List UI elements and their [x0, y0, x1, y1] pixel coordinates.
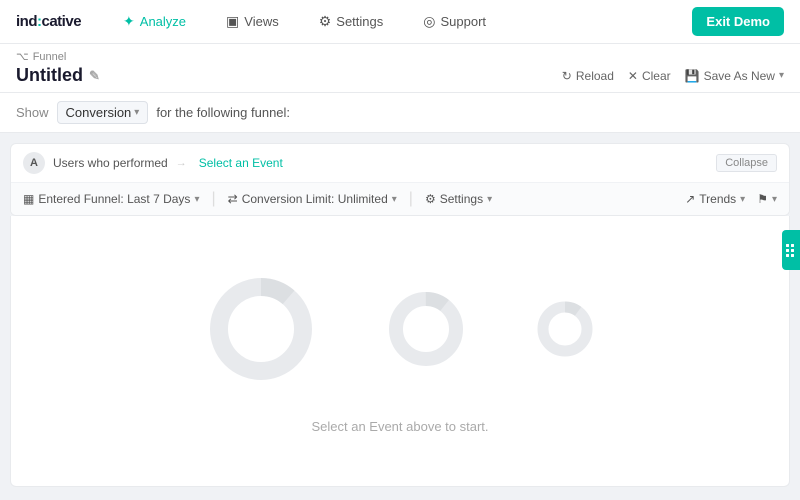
trends-button[interactable]: ↗ Trends ▾: [685, 192, 745, 206]
donut-small-svg: [531, 295, 599, 363]
page-title-text: Untitled: [16, 65, 83, 86]
save-icon: 💾: [685, 69, 700, 83]
save-as-new-button[interactable]: 💾 Save As New ▾: [685, 69, 784, 83]
flag-chevron-icon: ▾: [772, 194, 777, 205]
donuts-row: [201, 269, 599, 389]
entered-funnel-label: Entered Funnel: Last 7 Days: [38, 192, 190, 206]
analyze-icon: ✦: [123, 13, 135, 30]
nav-support[interactable]: ◎ Support: [417, 9, 492, 34]
entered-funnel-button[interactable]: ▦ Entered Funnel: Last 7 Days ▾: [23, 192, 199, 206]
empty-state-text: Select an Event above to start.: [311, 419, 488, 434]
segment-header: A Users who performed → Select an Event …: [11, 144, 789, 183]
segment-description: Users who performed: [53, 156, 168, 170]
conversion-dropdown[interactable]: Conversion ▾: [57, 101, 149, 124]
logo-text: ind:cative: [16, 13, 81, 30]
logo: ind:cative: [16, 13, 81, 30]
settings-filter-icon: ⚙: [425, 192, 436, 206]
nav-views[interactable]: ▣ Views: [220, 9, 285, 34]
select-event-link[interactable]: Select an Event: [199, 156, 283, 170]
reload-button[interactable]: ↻ Reload: [562, 69, 614, 83]
nav-analyze-label: Analyze: [140, 14, 186, 29]
flag-button[interactable]: ⚑ ▾: [757, 192, 777, 206]
arrow-icon: →: [176, 157, 187, 169]
settings-filter-button[interactable]: ⚙ Settings ▾: [425, 192, 492, 206]
views-icon: ▣: [226, 13, 239, 30]
collapse-button[interactable]: Collapse: [716, 154, 777, 172]
clear-label: Clear: [642, 69, 671, 83]
donut-large-svg: [201, 269, 321, 389]
edit-title-icon[interactable]: ✎: [89, 68, 100, 84]
donut-large: [201, 269, 321, 389]
content-area: A Users who performed → Select an Event …: [0, 133, 800, 497]
avatar: A: [23, 152, 45, 174]
funnel-text: Funnel: [33, 51, 67, 63]
entered-funnel-chevron-icon: ▾: [194, 194, 199, 205]
show-bar: Show Conversion ▾ for the following funn…: [0, 93, 800, 133]
clear-icon: ✕: [628, 69, 638, 83]
segment-block: A Users who performed → Select an Event …: [10, 143, 790, 216]
show-label: Show: [16, 105, 49, 120]
settings-filter-label: Settings: [440, 192, 483, 206]
conversion-limit-label: Conversion Limit: Unlimited: [242, 192, 388, 206]
conversion-limit-icon: ⇄: [228, 192, 238, 206]
support-icon: ◎: [423, 13, 435, 30]
conversion-chevron-icon: ▾: [134, 107, 139, 118]
conversion-limit-chevron-icon: ▾: [392, 194, 397, 205]
title-row: Untitled ✎ ↻ Reload ✕ Clear 💾 Save As Ne…: [16, 65, 784, 92]
filter-row: ▦ Entered Funnel: Last 7 Days ▾ | ⇄ Conv…: [11, 183, 789, 215]
clear-button[interactable]: ✕ Clear: [628, 69, 671, 83]
nav-analyze[interactable]: ✦ Analyze: [117, 9, 192, 34]
sidebar-toggle-icon: [786, 243, 796, 257]
trends-chevron-icon: ▾: [740, 194, 745, 205]
donut-small: [531, 295, 599, 363]
conversion-value: Conversion: [66, 105, 132, 120]
filter-divider2: |: [409, 190, 413, 208]
flag-icon: ⚑: [757, 192, 768, 206]
filter-divider: |: [211, 190, 215, 208]
subheader: ⌥ Funnel Untitled ✎ ↻ Reload ✕ Clear 💾 S…: [0, 44, 800, 93]
calendar-icon: ▦: [23, 192, 34, 206]
funnel-icon: ⌥: [16, 50, 29, 63]
funnel-label: ⌥ Funnel: [16, 50, 784, 63]
charts-area: Select an Event above to start.: [10, 216, 790, 487]
trends-label: Trends: [699, 192, 736, 206]
donut-medium-svg: [381, 284, 471, 374]
settings-filter-chevron-icon: ▾: [487, 194, 492, 205]
nav-support-label: Support: [440, 14, 486, 29]
reload-icon: ↻: [562, 69, 572, 83]
sidebar-toggle[interactable]: [782, 230, 800, 270]
save-chevron-icon: ▾: [779, 70, 784, 81]
conversion-limit-button[interactable]: ⇄ Conversion Limit: Unlimited ▾: [228, 192, 397, 206]
page-title: Untitled ✎: [16, 65, 100, 86]
save-as-new-label: Save As New: [704, 69, 775, 83]
nav-settings-label: Settings: [336, 14, 383, 29]
trends-icon: ↗: [685, 192, 695, 206]
reload-label: Reload: [576, 69, 614, 83]
exit-demo-button[interactable]: Exit Demo: [692, 7, 784, 36]
show-bar-text: for the following funnel:: [156, 105, 290, 120]
title-actions: ↻ Reload ✕ Clear 💾 Save As New ▾: [562, 69, 784, 83]
nav-settings[interactable]: ⚙ Settings: [313, 9, 390, 34]
top-nav: ind:cative ✦ Analyze ▣ Views ⚙ Settings …: [0, 0, 800, 44]
settings-icon: ⚙: [319, 13, 332, 30]
donut-medium: [381, 284, 471, 374]
nav-views-label: Views: [244, 14, 278, 29]
